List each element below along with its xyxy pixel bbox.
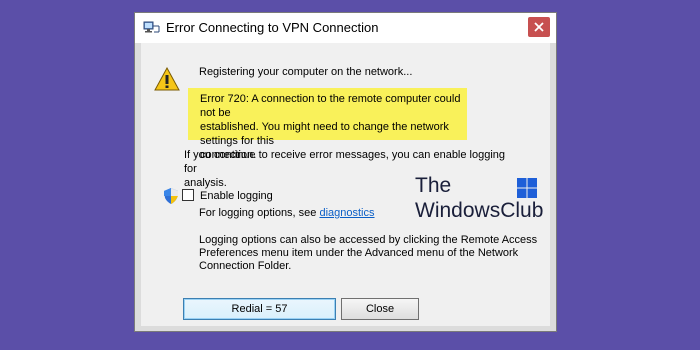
warning-icon <box>154 67 180 91</box>
title-bar[interactable]: Error Connecting to VPN Connection <box>135 13 556 43</box>
registering-status: Registering your computer on the network… <box>199 66 413 78</box>
logging-line: Logging options can also be accessed by … <box>199 234 538 246</box>
logging-line: Connection Folder. <box>199 260 292 272</box>
close-button[interactable]: Close <box>341 298 419 320</box>
window-close-button[interactable] <box>528 17 550 37</box>
thewindowsclub-watermark: The WindowsClub <box>415 175 555 225</box>
enable-logging-checkbox[interactable] <box>182 189 194 201</box>
redial-button[interactable]: Redial = 57 <box>183 298 336 320</box>
watermark-line2: WindowsClub <box>415 199 544 222</box>
enable-logging-label[interactable]: Enable logging <box>200 190 273 202</box>
window-title: Error Connecting to VPN Connection <box>166 20 379 35</box>
network-connection-icon <box>143 21 160 33</box>
error-message: Error 720: A connection to the remote co… <box>188 88 467 161</box>
diagnostics-link[interactable]: diagnostics <box>319 207 374 219</box>
watermark-line1: The <box>415 174 452 197</box>
uac-shield-icon <box>164 188 178 204</box>
logging-options-prefix: For logging options, see <box>199 207 320 219</box>
logging-options-text: For logging options, see diagnostics <box>199 207 375 219</box>
windows-logo-icon <box>517 178 537 198</box>
logging-line: Preferences menu item under the Advanced… <box>199 247 519 259</box>
error-line: Error 720: A connection to the remote co… <box>200 93 461 119</box>
error-line: established. You might need to change th… <box>200 121 449 147</box>
continue-line: If you continue to receive error message… <box>184 149 506 175</box>
vpn-error-dialog: Error Connecting to VPN Connection Regis… <box>134 12 557 332</box>
logging-info-text: Logging options can also be accessed by … <box>199 234 549 273</box>
